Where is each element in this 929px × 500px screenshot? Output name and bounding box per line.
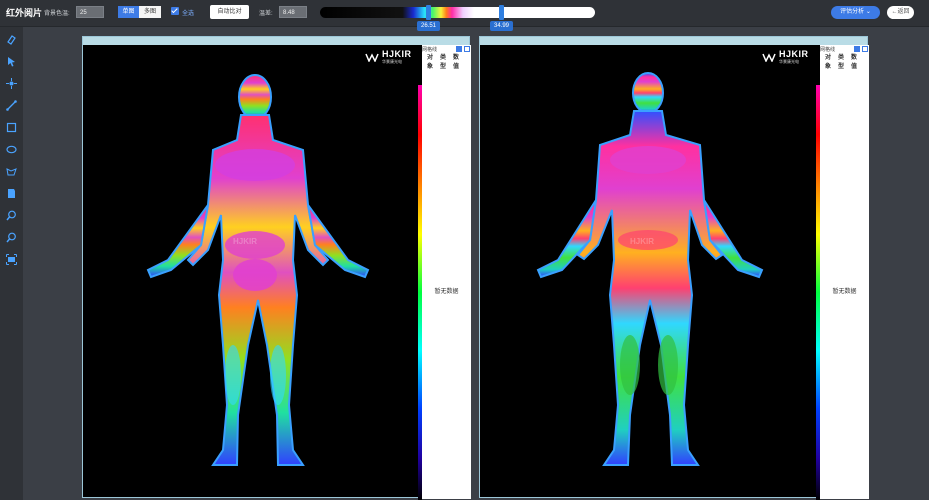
brand-logo-icon (365, 53, 379, 62)
column-value: 数值 (851, 55, 858, 70)
brand-name: HJKIR (382, 49, 412, 59)
no-data-message: 暂无数据 (434, 289, 459, 295)
gridline-label: 网格线 (820, 47, 836, 53)
column-type: 类型 (838, 55, 845, 70)
brand-logo: HJKIR 华景康光电 (365, 49, 412, 65)
thermal-image-panel-front[interactable]: HJKIR HJKIR 华景康光电 网格线 对象 类型 数值 暂无数据 (82, 36, 471, 500)
gridline-label: 网格线 (422, 47, 438, 53)
image-icon[interactable] (464, 46, 470, 52)
gridline-checkbox[interactable] (456, 46, 462, 52)
column-value: 数值 (453, 55, 460, 70)
range-low-tooltip: 26.51 (417, 21, 441, 31)
mode-multi-button[interactable]: 多图 (139, 6, 161, 18)
chevron-down-icon: ⌄ (865, 9, 871, 15)
gridline-checkbox[interactable] (854, 46, 860, 52)
polygon-icon[interactable] (5, 165, 18, 178)
watermark: HJKIR (630, 237, 655, 246)
back-label: 返回 (897, 9, 910, 15)
brand-logo-icon (762, 53, 776, 62)
auto-compare-button[interactable]: 自动比对 (210, 5, 249, 19)
point-icon[interactable] (5, 77, 18, 90)
temp-diff-input[interactable]: 8.48 (279, 6, 307, 18)
brand-logo: HJKIR 华景康光电 (762, 49, 809, 65)
eval-analysis-button[interactable]: 评估分析 ⌄ (831, 6, 880, 19)
ellipse-icon[interactable] (5, 143, 18, 156)
mode-single-button[interactable]: 单图 (118, 6, 139, 18)
range-high-tooltip: 34.99 (490, 21, 514, 31)
image-icon[interactable] (862, 46, 868, 52)
temp-diff-label: 温差: (259, 11, 273, 17)
fit-icon[interactable] (5, 253, 18, 266)
eraser-icon[interactable] (5, 33, 18, 46)
measurement-panel: 网格线 对象 类型 数值 暂无数据 (422, 45, 471, 499)
no-data-message: 暂无数据 (832, 289, 857, 295)
zoom-in-icon[interactable] (5, 209, 18, 222)
column-type: 类型 (440, 55, 447, 70)
column-object: 对象 (427, 55, 434, 70)
watermark: HJKIR (233, 237, 258, 246)
select-all-label: 全选 (182, 11, 195, 17)
panel-header (83, 37, 469, 45)
measurement-table-header: 对象 类型 数值 (427, 54, 460, 72)
select-all-checkbox[interactable] (171, 7, 179, 15)
bg-temp-label: 背景色温: (44, 11, 70, 17)
range-low-handle[interactable] (426, 5, 431, 20)
tool-sidebar (0, 27, 23, 500)
range-high-handle[interactable] (499, 5, 504, 20)
brand-subtitle: 华景康光电 (382, 59, 402, 64)
zoom-out-icon[interactable] (5, 231, 18, 244)
bg-temp-input[interactable]: 25 (76, 6, 104, 18)
thermal-body-back-image[interactable] (480, 45, 816, 497)
bookmark-icon[interactable] (5, 187, 18, 200)
line-icon[interactable] (5, 99, 18, 112)
brand-name: HJKIR (779, 49, 809, 59)
thermal-body-front-image[interactable] (83, 45, 418, 497)
panel-header (480, 37, 867, 45)
eval-analysis-label: 评估分析 (840, 9, 865, 15)
column-object: 对象 (825, 55, 832, 70)
measurement-table-header: 对象 类型 数值 (825, 54, 858, 72)
back-button[interactable]: ←返回 (887, 6, 914, 19)
brand-subtitle: 华景康光电 (779, 59, 799, 64)
measurement-panel: 网格线 对象 类型 数值 暂无数据 (820, 45, 869, 499)
thermal-image-panel-back[interactable]: HJKIR HJKIR 华景康光电 网格线 对象 类型 数值 暂无数据 (479, 36, 869, 500)
temperature-range-slider[interactable] (320, 7, 595, 18)
page-title: 红外阅片 (6, 8, 43, 18)
top-bar: 红外阅片 背景色温: 25 单图 多图 全选 自动比对 温差: 8.48 26.… (0, 0, 929, 31)
rect-icon[interactable] (5, 121, 18, 134)
pointer-icon[interactable] (5, 55, 18, 68)
